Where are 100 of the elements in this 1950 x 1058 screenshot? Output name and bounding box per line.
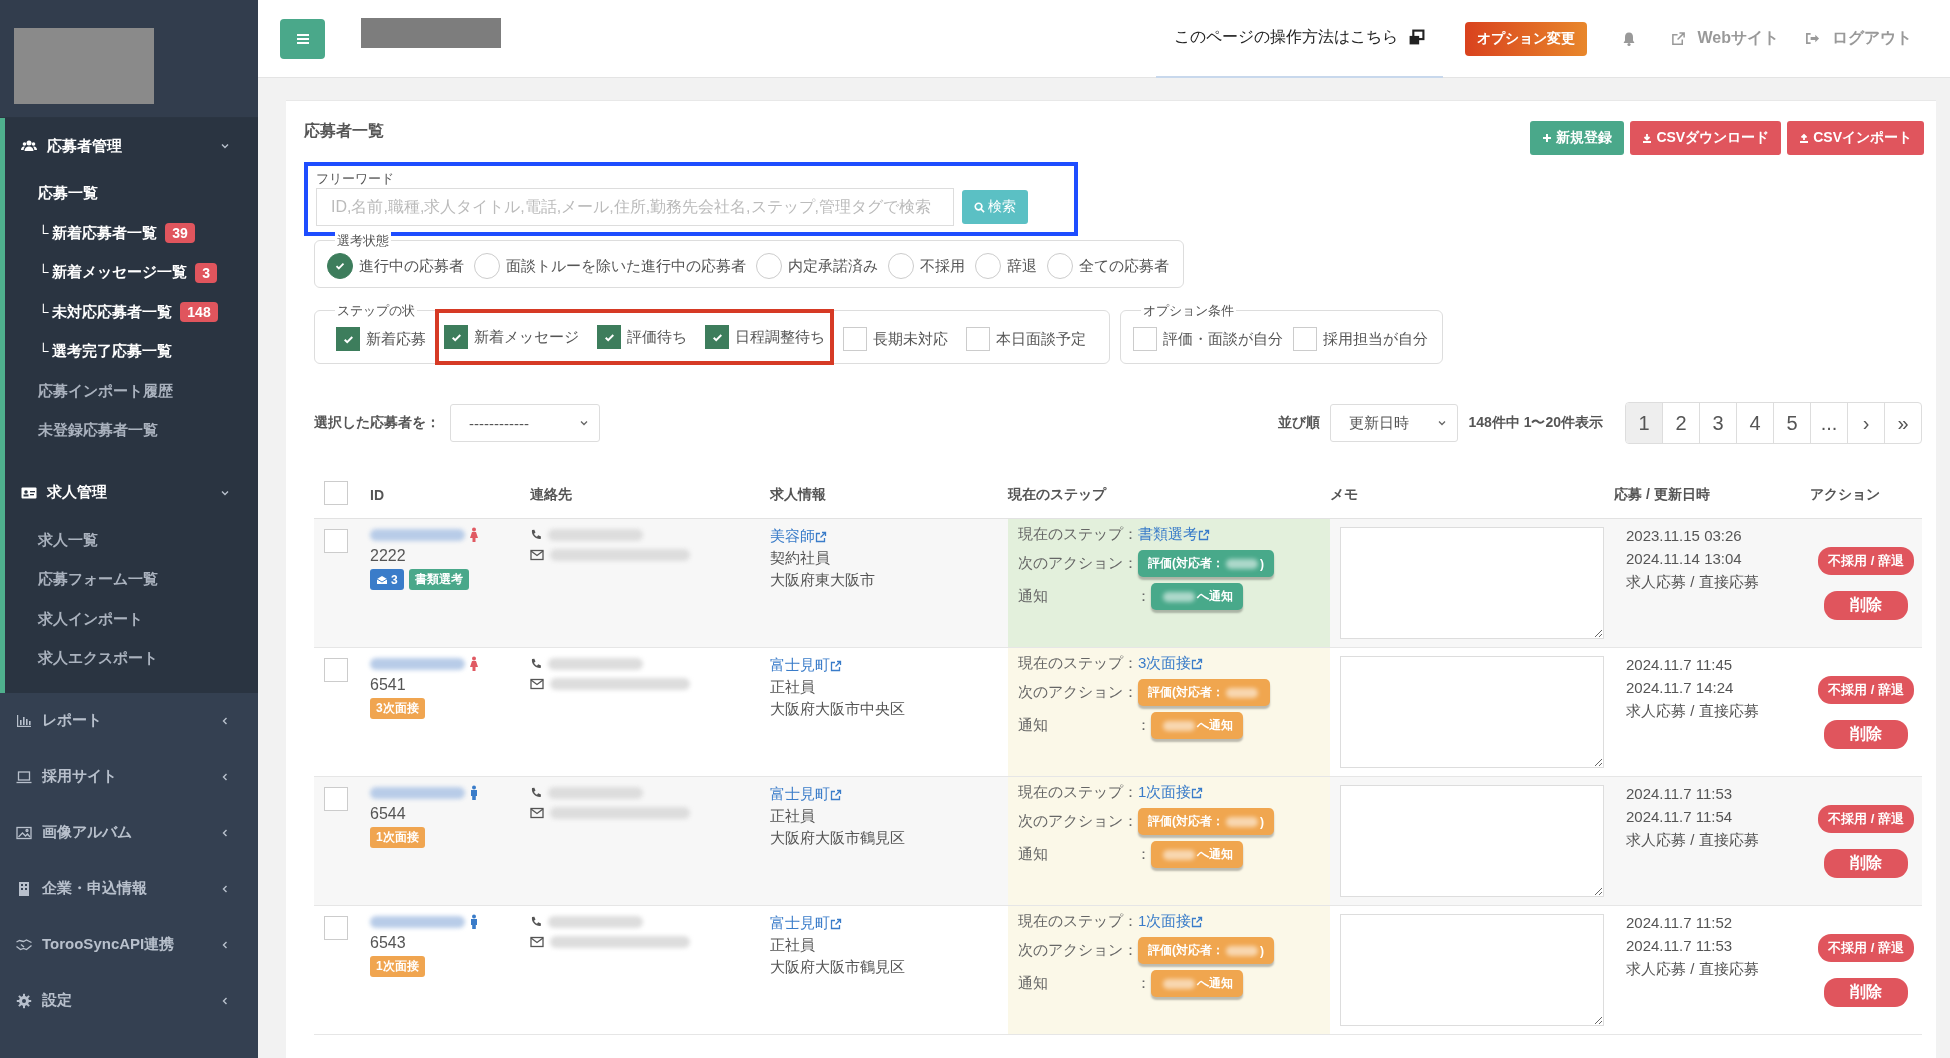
page-link[interactable]: ...	[1810, 403, 1847, 443]
sidebar-item[interactable]: └ 選考完了応募一覧	[5, 332, 258, 372]
sidebar-section[interactable]: 応募者管理	[5, 118, 258, 174]
action-button[interactable]: CSVインポート	[1787, 121, 1924, 155]
sidebar-item[interactable]: └ 新着メッセージ一覧 3	[5, 253, 258, 293]
page-link[interactable]: 1	[1626, 403, 1662, 443]
sidebar-item[interactable]: 求人エクスポート	[5, 639, 258, 679]
search-field[interactable]: ID,名前,職種,求人タイトル,電話,メール,住所,勤務先会社名,ステップ,管理タグで検索	[316, 188, 954, 226]
page-link[interactable]: 3	[1699, 403, 1736, 443]
delete-button[interactable]: 削除	[1824, 849, 1908, 878]
notify-button[interactable]: へ通知	[1151, 583, 1243, 610]
delete-button[interactable]: 削除	[1824, 978, 1908, 1007]
source-text: 求人応募 / 直接応募	[1626, 573, 1760, 592]
sidebar-section[interactable]: 設定	[0, 972, 258, 1029]
page-link[interactable]: ›	[1847, 403, 1884, 443]
source-text: 求人応募 / 直接応募	[1626, 702, 1760, 721]
sidebar-section[interactable]: レポート	[0, 692, 258, 749]
checkbox[interactable]	[705, 325, 729, 349]
job-location: 大阪府大阪市鶴見区	[770, 958, 905, 977]
select-all-checkbox[interactable]	[324, 481, 348, 505]
envelope-icon	[376, 574, 388, 585]
memo-field[interactable]	[1340, 785, 1604, 897]
website-link[interactable]: Webサイト	[1697, 28, 1779, 49]
sidebar-section[interactable]: 画像アルバム	[0, 804, 258, 861]
date-text: 2024.11.7 11:52	[1626, 914, 1734, 931]
external-link-icon	[815, 530, 827, 543]
job-link[interactable]: 美容師	[770, 527, 827, 546]
applicant-id: 6543	[370, 934, 406, 952]
job-link[interactable]: 富士見町	[770, 914, 842, 933]
logout-link[interactable]: ログアウト	[1832, 28, 1912, 49]
job-link[interactable]: 富士見町	[770, 785, 842, 804]
external-link-icon	[830, 659, 842, 672]
help-link[interactable]: このページの操作方法はこちら	[1173, 27, 1398, 48]
external-link-icon	[1191, 657, 1204, 670]
option-label: 不採用	[920, 256, 965, 276]
row-checkbox[interactable]	[324, 787, 348, 811]
sidebar-item[interactable]: 未登録応募者一覧	[5, 411, 258, 451]
checkbox[interactable]	[444, 325, 468, 349]
evaluate-button[interactable]: 評価(対応者： )	[1138, 550, 1274, 577]
applicant-id: 6544	[370, 805, 406, 823]
option-button[interactable]: オプション変更	[1464, 21, 1587, 56]
page-link[interactable]: 4	[1736, 403, 1773, 443]
sidebar-item[interactable]: 応募インポート履歴	[5, 371, 258, 411]
group-legend: ステップの状	[335, 302, 417, 320]
checkbox[interactable]	[336, 327, 360, 351]
bulk-action-select[interactable]: ------------	[450, 404, 600, 442]
step-link[interactable]: 書類選考	[1138, 525, 1210, 544]
step-label: 現在のステップ：	[1018, 783, 1138, 802]
sidebar-item[interactable]: 応募一覧	[5, 174, 258, 214]
sidebar-item[interactable]: └ 未対応応募者一覧 148	[5, 292, 258, 332]
action-button[interactable]: CSVダウンロード	[1630, 121, 1782, 155]
notify-label: 通知	[1018, 974, 1049, 993]
step-link[interactable]: 3次面接	[1138, 654, 1204, 673]
sidebar-section[interactable]: 求人管理	[5, 464, 258, 521]
section-icon	[16, 824, 32, 841]
page-link[interactable]: 5	[1773, 403, 1810, 443]
job-link[interactable]: 富士見町	[770, 656, 842, 675]
reject-button[interactable]: 不採用 / 辞退	[1818, 547, 1914, 575]
memo-field[interactable]	[1340, 914, 1604, 1026]
sidebar-section[interactable]: 採用サイト	[0, 748, 258, 805]
action-button[interactable]: 新規登録	[1530, 121, 1625, 155]
checkbox[interactable]	[597, 325, 621, 349]
upload-icon	[1799, 133, 1810, 143]
mail-icon	[530, 549, 544, 561]
delete-button[interactable]: 削除	[1824, 720, 1908, 749]
source-text: 求人応募 / 直接応募	[1626, 831, 1760, 850]
step-link[interactable]: 1次面接	[1138, 783, 1204, 802]
page-link[interactable]: 2	[1662, 403, 1699, 443]
row-checkbox[interactable]	[324, 529, 348, 553]
column-header: ID	[370, 487, 385, 503]
date-text: 2024.11.7 11:53	[1626, 785, 1734, 802]
memo-field[interactable]	[1340, 527, 1604, 639]
job-location: 大阪府大阪市鶴見区	[770, 829, 905, 848]
menu-button[interactable]	[280, 18, 325, 59]
sidebar-item[interactable]: 求人一覧	[5, 520, 258, 560]
section-icon	[16, 768, 32, 785]
sidebar-section[interactable]: TorooSyncAPI連携	[0, 916, 258, 973]
sidebar-section[interactable]: 企業・申込情報	[0, 860, 258, 917]
plus-icon	[1542, 133, 1553, 143]
reject-button[interactable]: 不採用 / 辞退	[1818, 676, 1914, 704]
step-link[interactable]: 1次面接	[1138, 912, 1204, 931]
employment-type: 正社員	[770, 807, 815, 826]
sort-select[interactable]: 更新日時	[1330, 404, 1459, 442]
chevron-down-icon	[220, 141, 230, 151]
row-checkbox[interactable]	[324, 916, 348, 940]
reject-button[interactable]: 不採用 / 辞退	[1818, 934, 1914, 962]
sidebar-item[interactable]: └ 新着応募者一覧 39	[5, 213, 258, 253]
row-checkbox[interactable]	[324, 658, 348, 682]
group-legend: オプション条件	[1141, 302, 1236, 320]
memo-field[interactable]	[1340, 656, 1604, 768]
page-link[interactable]: »	[1884, 403, 1921, 443]
sidebar-item[interactable]: 求人インポート	[5, 599, 258, 639]
section-label: 企業・申込情報	[42, 879, 148, 898]
date-text: 2024.11.7 11:45	[1626, 656, 1734, 673]
delete-button[interactable]: 削除	[1824, 591, 1908, 620]
sidebar-item[interactable]: 応募フォーム一覧	[5, 560, 258, 600]
next-action-label: 次のアクション：	[1018, 683, 1138, 702]
chevron-down-icon	[1437, 418, 1448, 428]
radio-checked[interactable]	[327, 253, 353, 279]
reject-button[interactable]: 不採用 / 辞退	[1818, 805, 1914, 833]
